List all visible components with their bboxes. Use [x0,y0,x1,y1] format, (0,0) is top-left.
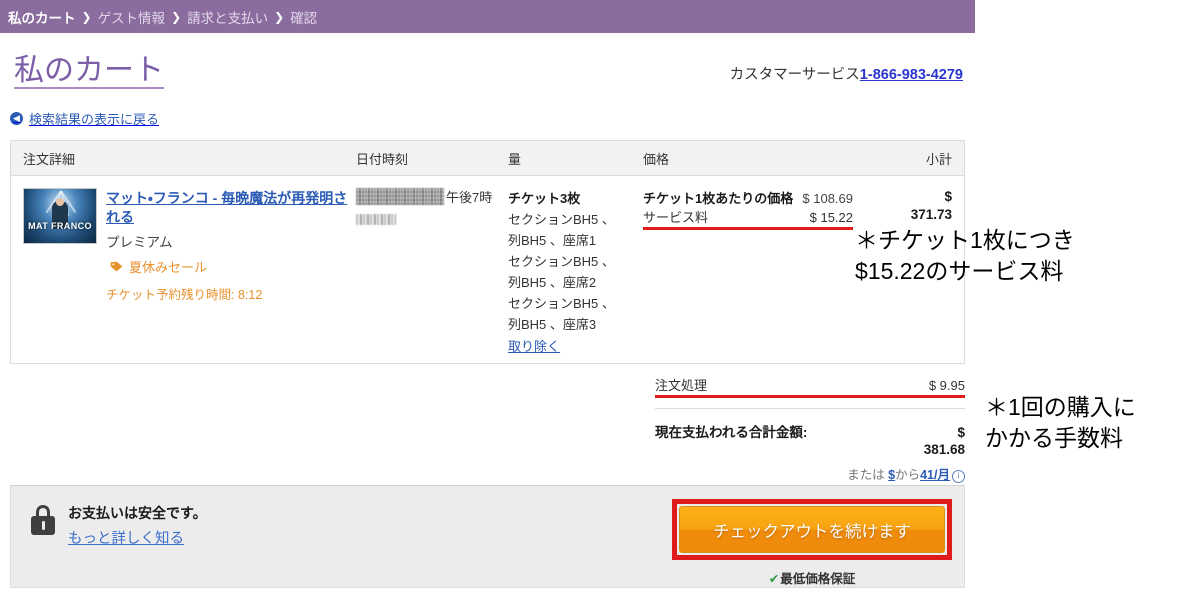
annotation-service-fee: ＊チケット1枚につき $15.22のサービス料 [855,227,1075,285]
learn-more-link[interactable]: もっと詳しく知る [68,527,207,548]
tag-icon [110,261,123,272]
price-cell: チケット1枚あたりの価格 $ 108.69 サービス料 $ 15.22 [643,188,853,357]
order-processing-row: 注文処理 $ 9.95 [655,375,965,394]
financing-middle: から [895,467,921,482]
column-header-quantity: 量 [508,151,522,167]
price-guarantee: ✔最低価格保証 [672,568,952,587]
info-circle-icon[interactable]: i [952,469,965,483]
page-header: 私のカート カスタマーサービス1-866-983-4279 [0,45,975,91]
service-fee-highlight-underline [643,227,853,230]
customer-service-phone-link[interactable]: 1-866-983-4279 [860,67,963,83]
secure-payment-title: お支払いは安全です。 [68,505,207,521]
breadcrumb-step-guest-info[interactable]: ゲスト情報 [98,7,166,27]
column-header-date-time: 日付時刻 [356,151,409,167]
grand-total-amount: 381.68 [923,442,965,458]
page-title: 私のカート [14,54,164,87]
totals-block: 注文処理 $ 9.95 現在支払われる合計金額: $ 381.68 または $か… [655,375,965,483]
service-fee-value: $ 15.22 [809,210,853,225]
ticket-count: チケット3枚 [508,191,581,206]
ticket-tier-label: プレミアム [106,235,173,250]
subtotal-currency: $ [944,189,952,204]
grand-total-currency: $ [957,424,965,440]
breadcrumb-step-billing[interactable]: 請求と支払い [187,7,268,27]
breadcrumb-separator: ❯ [171,9,182,24]
service-fee-row: サービス料 $ 15.22 [643,207,853,226]
lock-icon [31,505,55,535]
event-time: 午後7時 [446,190,493,205]
order-processing-highlight-underline [655,395,965,398]
checkout-area: チェックアウトを続けます ✔最低価格保証 [672,499,952,587]
seat-line: 列BH5 、座席1 [508,233,597,249]
promo-badge: 夏休みセール [106,257,356,276]
thumbnail-performer-name: MAT FRANCO [28,221,92,231]
redacted-date-block-2 [356,213,396,225]
quantity-cell: チケット3枚 セクションBH5 、 列BH5 、座席1 セクションBH5 、 列… [508,188,643,357]
customer-service-label: カスタマーサービス [729,67,860,83]
circle-left-arrow-icon: ◀ [10,112,23,125]
date-time-cell: 午後7時 [356,188,508,357]
redacted-date-block [356,188,444,205]
price-per-ticket-label: チケット1枚あたりの価格 [643,191,794,206]
breadcrumb-step-cart[interactable]: 私のカート [8,7,76,27]
breadcrumb-separator: ❯ [81,9,92,24]
check-icon: ✔ [768,572,780,586]
event-title-link[interactable]: マット・フランコ - 毎晩魔法が再発明される [106,190,347,225]
price-per-ticket-value: $ 108.69 [802,191,853,206]
grand-total-label: 現在支払われる合計金額: [655,424,808,440]
breadcrumb-separator: ❯ [274,9,285,24]
price-per-ticket-row: チケット1枚あたりの価格 $ 108.69 [643,188,853,207]
grand-total-value: $ 381.68 [924,424,965,459]
grand-total-section: 現在支払われる合計金額: $ 381.68 または $から41/月 i [655,407,965,483]
seat-line: セクションBH5 、 [508,254,615,270]
remove-ticket-link[interactable]: 取り除く [508,336,560,357]
cart-table: 注文詳細 日付時刻 量 価格 小計 MAT FRANCO マット・フランコ - … [10,140,965,365]
column-header-subtotal: 小計 [925,151,952,167]
column-header-price: 価格 [643,151,670,167]
order-processing-label: 注文処理 [655,378,708,393]
grand-total-row: 現在支払われる合計金額: $ 381.68 [655,421,965,459]
price-guarantee-label: 最低価格保証 [780,572,856,586]
seat-line: 列BH5 、座席2 [508,275,597,291]
back-link-label: 検索結果の表示に戻る [29,112,160,127]
annotation-processing-fee: ＊1回の購入に かかる手数料 [985,394,1136,452]
financing-option: または $から41/月 i [655,464,965,483]
continue-checkout-button[interactable]: チェックアウトを続けます [679,506,945,553]
event-thumbnail: MAT FRANCO [23,188,97,244]
table-row: MAT FRANCO マット・フランコ - 毎晩魔法が再発明される プレミアム … [11,176,964,363]
order-processing-value: $ 9.95 [928,378,965,393]
customer-service: カスタマーサービス1-866-983-4279 [730,63,963,84]
seat-line: セクションBH5 、 [508,212,615,228]
breadcrumb-step-confirm[interactable]: 確認 [290,7,317,27]
table-header-row: 注文詳細 日付時刻 量 価格 小計 [11,141,964,176]
back-to-search-results-link[interactable]: ◀ 検索結果の表示に戻る [10,109,159,128]
checkout-annotation-box: チェックアウトを続けます [672,499,952,560]
secure-payment-notice: お支払いは安全です。 もっと詳しく知る [31,503,207,548]
breadcrumb: 私のカート ❯ ゲスト情報 ❯ 請求と支払い ❯ 確認 [0,0,975,33]
seat-line: 列BH5 、座席3 [508,317,597,333]
ticket-hold-timer: チケット予約残り時間: 8:12 [106,288,263,302]
promo-label: 夏休みセール [129,260,208,275]
seat-line: セクションBH5 、 [508,296,615,312]
column-header-order-detail: 注文詳細 [23,151,76,167]
financing-prefix: または [847,467,885,482]
financing-term-link[interactable]: 41/月 [920,468,950,482]
service-fee-label: サービス料 [643,210,709,225]
order-detail-cell: MAT FRANCO マット・フランコ - 毎晩魔法が再発明される プレミアム … [11,188,356,357]
subtotal-value: 371.73 [910,207,952,223]
